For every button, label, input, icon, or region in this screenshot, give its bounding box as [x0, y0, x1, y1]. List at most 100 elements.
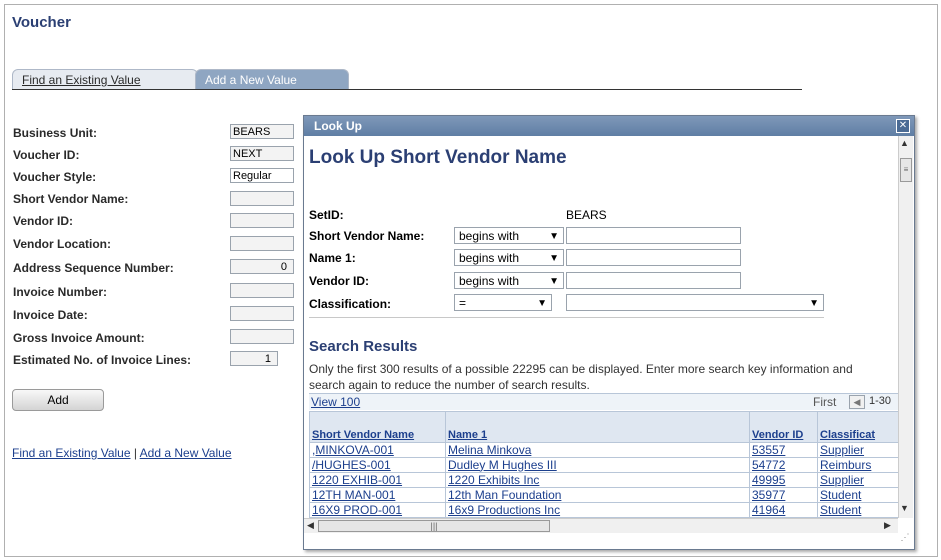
estimated-invoice-lines-input[interactable]: 1: [230, 351, 278, 366]
scroll-thumb[interactable]: |||: [318, 520, 550, 532]
resize-grip-icon[interactable]: ⋰: [898, 532, 912, 548]
view-100-link[interactable]: View 100: [311, 395, 360, 409]
add-button[interactable]: Add: [12, 389, 104, 411]
search-results-heading: Search Results: [309, 338, 418, 355]
criteria-clipped-row: [309, 317, 824, 320]
cell-name1[interactable]: 1220 Exhibits Inc: [445, 472, 750, 488]
voucher-id-label: Voucher ID:: [13, 148, 80, 162]
link-separator: |: [133, 446, 137, 460]
criteria-name1-operator[interactable]: begins with ▼: [454, 249, 564, 266]
horizontal-scrollbar[interactable]: ◀ ||| ▶: [304, 518, 898, 533]
scroll-right-icon[interactable]: ▶: [884, 520, 891, 531]
chevron-down-icon: ▼: [809, 298, 819, 309]
business-unit-label: Business Unit:: [13, 126, 98, 140]
cell-classification[interactable]: Supplier: [817, 442, 904, 458]
vertical-scrollbar[interactable]: ▲ ≡ ▼: [898, 136, 913, 518]
previous-icon[interactable]: ◀: [849, 395, 865, 409]
criteria-classification-operator[interactable]: = ▼: [454, 294, 552, 311]
invoice-date-label: Invoice Date:: [13, 308, 88, 322]
vendor-location-input[interactable]: [230, 236, 294, 251]
cell-short-vendor-name[interactable]: 16X9 PROD-001: [309, 502, 446, 518]
table-row: ,MINKOVA-001 Melina Minkova 53557 Suppli…: [309, 442, 904, 458]
address-sequence-number-input[interactable]: 0: [230, 259, 294, 274]
short-vendor-name-label: Short Vendor Name:: [13, 192, 129, 206]
business-unit-input[interactable]: BEARS: [230, 124, 294, 139]
gross-invoice-amount-input[interactable]: [230, 329, 294, 344]
scroll-left-icon[interactable]: ◀: [307, 520, 314, 531]
voucher-style-label: Voucher Style:: [13, 170, 97, 184]
cell-name1[interactable]: Melina Minkova: [445, 442, 750, 458]
table-row: /HUGHES-001 Dudley M Hughes III 54772 Re…: [309, 457, 904, 473]
cell-short-vendor-name[interactable]: ,MINKOVA-001: [309, 442, 446, 458]
cell-short-vendor-name[interactable]: 1220 EXHIB-001: [309, 472, 446, 488]
chevron-down-icon: ▼: [549, 276, 559, 287]
page-title: Voucher: [12, 14, 71, 31]
criteria-short-vendor-name-input[interactable]: [566, 227, 741, 244]
cell-classification[interactable]: Reimburs: [817, 457, 904, 473]
invoice-number-input[interactable]: [230, 283, 294, 298]
table-row: 12TH MAN-001 12th Man Foundation 35977 S…: [309, 487, 904, 503]
close-icon[interactable]: ✕: [896, 119, 910, 133]
table-row: 1220 EXHIB-001 1220 Exhibits Inc 49995 S…: [309, 472, 904, 488]
gross-invoice-amount-label: Gross Invoice Amount:: [13, 331, 145, 345]
criteria-classification-label: Classification:: [309, 297, 392, 311]
bottom-links: Find an Existing Value | Add a New Value: [12, 446, 232, 460]
chevron-down-icon: ▼: [537, 298, 547, 309]
table-header-row: Short Vendor Name Name 1 Vendor ID Class…: [309, 411, 904, 443]
column-header-short-vendor-name[interactable]: Short Vendor Name: [309, 411, 446, 443]
tab-find-existing-value[interactable]: Find an Existing Value: [12, 69, 198, 90]
vendor-location-label: Vendor Location:: [13, 237, 112, 251]
cell-classification[interactable]: Student: [817, 487, 904, 503]
column-header-classification[interactable]: Classificat: [817, 411, 904, 443]
column-header-vendor-id[interactable]: Vendor ID: [749, 411, 818, 443]
chevron-down-icon: ▼: [549, 231, 559, 242]
vendor-id-label: Vendor ID:: [13, 214, 74, 228]
short-vendor-name-input[interactable]: [230, 191, 294, 206]
table-row: 16X9 PROD-001 16x9 Productions Inc 41964…: [309, 502, 904, 518]
cell-short-vendor-name[interactable]: /HUGHES-001: [309, 457, 446, 473]
scroll-down-icon[interactable]: ▼: [900, 503, 909, 513]
tab-divider: [12, 89, 802, 90]
criteria-short-vendor-name-operator[interactable]: begins with ▼: [454, 227, 564, 244]
voucher-style-select[interactable]: Regular: [230, 168, 294, 183]
lookup-heading: Look Up Short Vendor Name: [309, 147, 567, 168]
invoice-number-label: Invoice Number:: [13, 285, 108, 299]
first-link[interactable]: First: [813, 395, 836, 409]
cell-vendor-id[interactable]: 35977: [749, 487, 818, 503]
results-note: Only the first 300 results of a possible…: [309, 362, 853, 392]
cell-name1[interactable]: 16x9 Productions Inc: [445, 502, 750, 518]
find-existing-value-link[interactable]: Find an Existing Value: [12, 446, 131, 460]
tab-add-new-value[interactable]: Add a New Value: [195, 69, 349, 90]
cell-classification[interactable]: Student: [817, 502, 904, 518]
cell-vendor-id[interactable]: 49995: [749, 472, 818, 488]
scroll-up-icon[interactable]: ▲: [900, 138, 909, 148]
cell-name1[interactable]: Dudley M Hughes III: [445, 457, 750, 473]
criteria-short-vendor-name-label: Short Vendor Name:: [309, 229, 425, 243]
address-sequence-number-label: Address Sequence Number:: [13, 261, 174, 275]
voucher-id-input[interactable]: NEXT: [230, 146, 294, 161]
scroll-thumb[interactable]: ≡: [900, 158, 912, 182]
chevron-down-icon: ▼: [549, 253, 559, 264]
cell-vendor-id[interactable]: 54772: [749, 457, 818, 473]
criteria-name1-label: Name 1:: [309, 251, 356, 265]
criteria-vendor-id-input[interactable]: [566, 272, 741, 289]
results-grid-nav: View 100 First ◀ 1-30: [309, 393, 903, 410]
criteria-vendor-id-operator[interactable]: begins with ▼: [454, 272, 564, 289]
criteria-name1-input[interactable]: [566, 249, 741, 266]
column-header-name1[interactable]: Name 1: [445, 411, 750, 443]
criteria-vendor-id-label: Vendor ID:: [309, 274, 370, 288]
cell-short-vendor-name[interactable]: 12TH MAN-001: [309, 487, 446, 503]
cell-vendor-id[interactable]: 41964: [749, 502, 818, 518]
estimated-invoice-lines-label: Estimated No. of Invoice Lines:: [13, 353, 192, 367]
cell-classification[interactable]: Supplier: [817, 472, 904, 488]
invoice-date-input[interactable]: [230, 306, 294, 321]
add-new-value-link[interactable]: Add a New Value: [140, 446, 232, 460]
cell-vendor-id[interactable]: 53557: [749, 442, 818, 458]
setid-value: BEARS: [566, 208, 607, 222]
lookup-dialog: Look Up ✕ Look Up Short Vendor Name SetI…: [303, 115, 915, 550]
lookup-dialog-title[interactable]: Look Up: [304, 116, 914, 136]
vendor-id-input[interactable]: [230, 213, 294, 228]
setid-label: SetID:: [309, 208, 344, 222]
cell-name1[interactable]: 12th Man Foundation: [445, 487, 750, 503]
criteria-classification-select[interactable]: ▼: [566, 294, 824, 311]
